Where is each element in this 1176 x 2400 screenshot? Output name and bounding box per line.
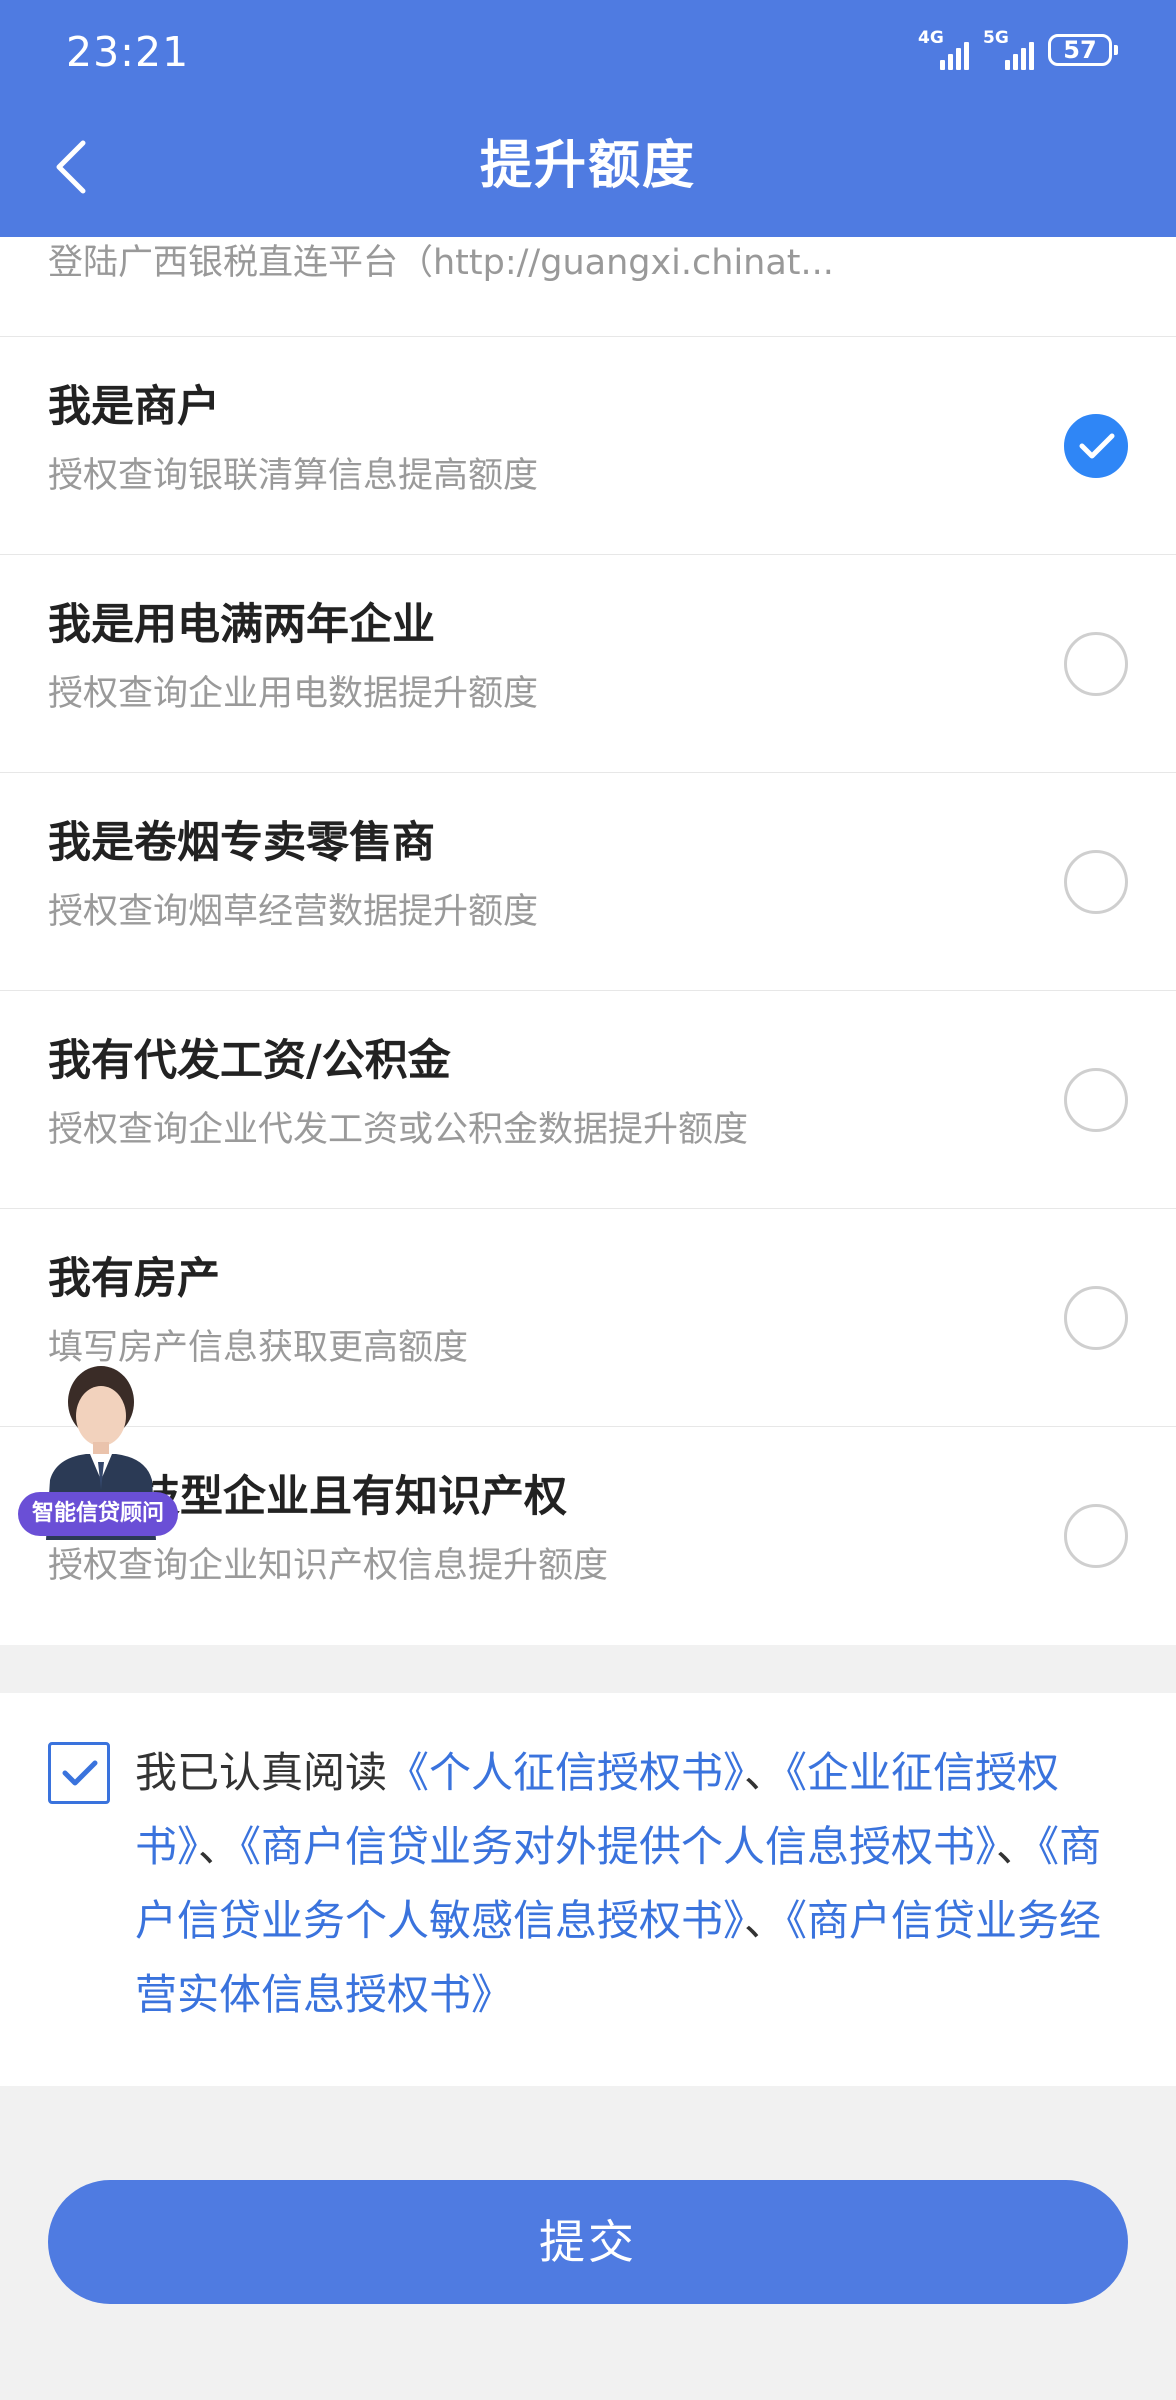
option-title: 我是卷烟专卖零售商 (48, 818, 435, 868)
option-title: 我有房产 (48, 1254, 220, 1304)
option-payroll[interactable]: 我有代发工资/公积金 授权查询企业代发工资或公积金数据提升额度 (0, 991, 1176, 1209)
advisor-badge[interactable]: 智能信贷顾问 (18, 1492, 179, 1536)
agreement-text: 我已认真阅读《个人征信授权书》、《企业征信授权书》、《商户信贷业务对外提供个人信… (135, 1736, 1135, 2032)
status-time: 23:21 (66, 28, 190, 76)
page-title: 提升额度 (479, 136, 696, 196)
signal-5g-icon: 5G (983, 28, 1034, 70)
option-title: 我是用电满两年企业 (48, 600, 435, 650)
signal-4g-label: 4G (918, 28, 944, 48)
signal-4g-icon: 4G (918, 28, 969, 70)
separator: 、 (744, 1896, 787, 1945)
radio-checked-icon[interactable] (1064, 414, 1128, 478)
radio-unchecked-icon[interactable] (1064, 1286, 1128, 1350)
link-personal-credit-authorization[interactable]: 《个人征信授权书》 (387, 1748, 744, 1797)
agreement-checkbox[interactable] (48, 1742, 110, 1804)
list-item-clipped[interactable]: 登陆广西银税直连平台（http://guangxi.chinat... (0, 237, 1176, 337)
option-electricity[interactable]: 我是用电满两年企业 授权查询企业用电数据提升额度 (0, 555, 1176, 773)
separator: 、 (996, 1822, 1039, 1871)
checkmark-icon (62, 1760, 98, 1786)
signal-5g-label: 5G (983, 28, 1009, 48)
radio-unchecked-icon[interactable] (1064, 1068, 1128, 1132)
link-personal-info-provision-authorization[interactable]: 《商户信贷业务对外提供个人信息授权书》 (240, 1822, 996, 1871)
option-subtitle: 授权查询企业知识产权信息提升额度 (48, 1546, 609, 1586)
option-subtitle: 授权查询银联清算信息提高额度 (48, 456, 539, 496)
app-header: 23:21 4G 5G 57 提升额度 (0, 0, 1176, 237)
agreement-section: 我已认真阅读《个人征信授权书》、《企业征信授权书》、《商户信贷业务对外提供个人信… (0, 1693, 1176, 2086)
list-item-subtitle: 登陆广西银税直连平台（http://guangxi.chinat... (48, 243, 834, 283)
option-tobacco[interactable]: 我是卷烟专卖零售商 授权查询烟草经营数据提升额度 (0, 773, 1176, 991)
separator: 、 (744, 1748, 787, 1797)
radio-unchecked-icon[interactable] (1064, 1504, 1128, 1568)
status-icons: 4G 5G 57 (918, 28, 1118, 72)
submit-button[interactable]: 提交 (48, 2180, 1128, 2304)
option-title: 我有代发工资/公积金 (48, 1036, 451, 1086)
option-subtitle: 授权查询企业代发工资或公积金数据提升额度 (48, 1110, 749, 1150)
option-title: 我是商户 (48, 382, 220, 432)
battery-icon: 57 (1048, 34, 1118, 66)
radio-unchecked-icon[interactable] (1064, 632, 1128, 696)
separator: 、 (198, 1822, 241, 1871)
agreement-prefix: 我已认真阅读 (135, 1748, 388, 1797)
option-subtitle: 授权查询企业用电数据提升额度 (48, 674, 539, 714)
radio-unchecked-icon[interactable] (1064, 850, 1128, 914)
option-merchant[interactable]: 我是商户 授权查询银联清算信息提高额度 (0, 337, 1176, 555)
option-subtitle: 授权查询烟草经营数据提升额度 (48, 892, 539, 932)
